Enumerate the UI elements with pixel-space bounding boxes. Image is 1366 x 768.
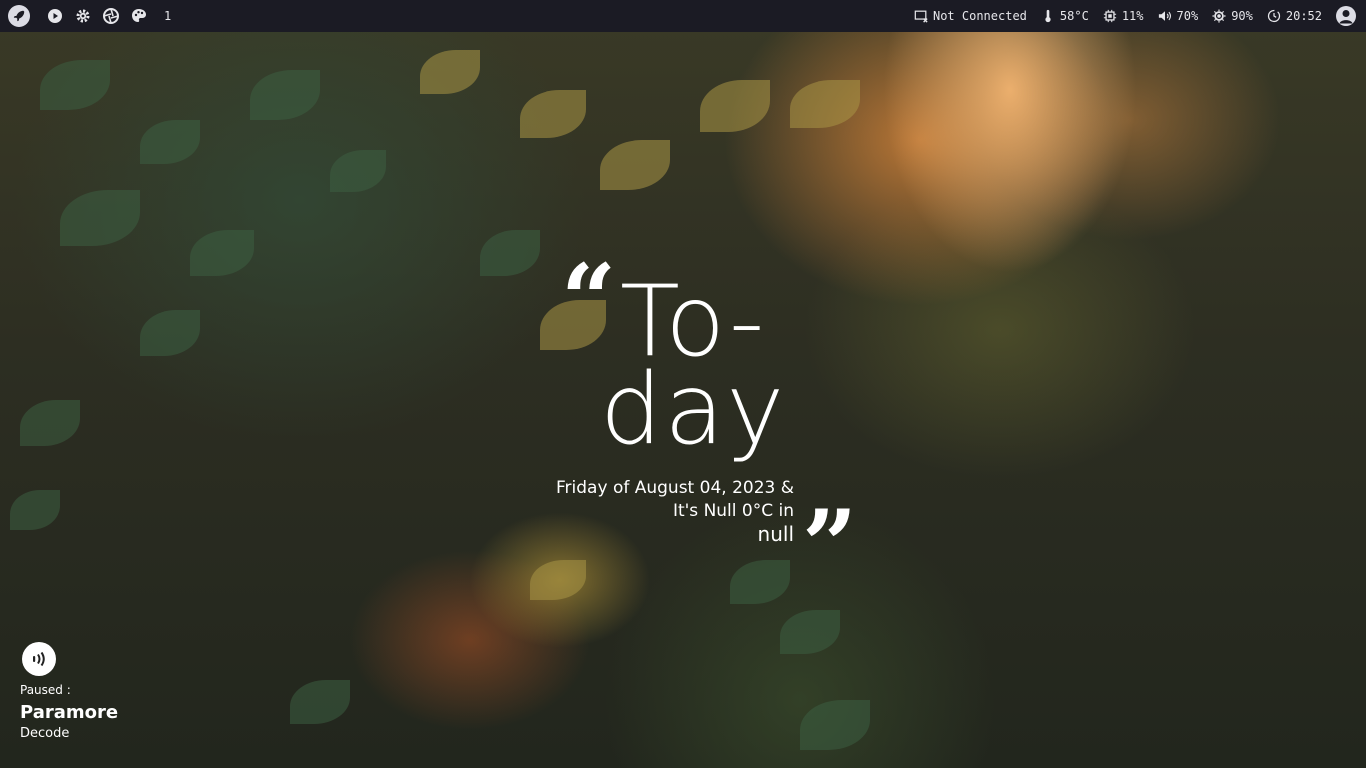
network-label: Not Connected [932,9,1027,23]
palette-icon[interactable] [130,7,148,25]
cpu-icon [1103,7,1117,25]
cpu-label: 11% [1121,9,1144,23]
weather-text: It's Null 0°C in [672,501,794,521]
thermometer-icon [1041,7,1055,25]
speaker-icon [1158,7,1172,25]
date-text: Friday of August 04, 2023 & [556,478,794,498]
panel-left-section: 1 [8,0,171,32]
workspace-indicator[interactable]: 1 [164,9,171,23]
media-status: Paused : [20,683,71,697]
close-quote-mark: ” [802,489,858,602]
media-track: Decode [20,726,70,741]
network-status[interactable]: Not Connected [914,7,1027,25]
media-artist: Paramore [20,702,119,723]
monitor-disconnected-icon [914,7,928,25]
play-icon[interactable] [46,7,64,25]
open-quote-mark: “ [561,243,617,356]
rocket-icon[interactable] [8,5,30,27]
gear-icon[interactable] [74,7,92,25]
location-text: null [757,522,794,546]
clock[interactable]: 20:52 [1267,7,1322,25]
clock-label: 20:52 [1285,9,1322,23]
brightness-icon [1212,7,1226,25]
cpu-status[interactable]: 11% [1103,7,1144,25]
brightness-status[interactable]: 90% [1212,7,1253,25]
brightness-label: 90% [1231,9,1253,23]
clock-icon [1267,7,1281,25]
top-panel: 1 Not Connected 58°C 11% 70% 90% 20:52 [0,0,1366,32]
volume-label: 70% [1176,9,1199,23]
panel-right-section: Not Connected 58°C 11% 70% 90% 20:52 [900,0,1356,32]
user-icon[interactable] [1336,6,1356,26]
media-player-icon[interactable] [22,642,56,676]
title-line-2: day [600,353,787,467]
temperature-label: 58°C [1059,9,1089,23]
aperture-icon[interactable] [102,7,120,25]
volume-status[interactable]: 70% [1158,7,1199,25]
temperature-status[interactable]: 58°C [1041,7,1089,25]
